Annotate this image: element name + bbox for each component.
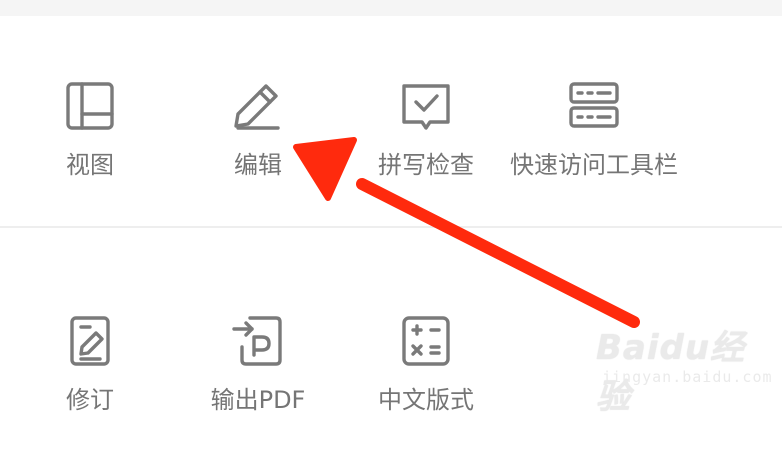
- section-divider: [0, 226, 782, 228]
- tool-export-pdf-label: 输出PDF: [210, 386, 306, 414]
- tool-revision-label: 修订: [66, 386, 114, 414]
- spell-check-icon: [400, 80, 452, 132]
- watermark-brand: Baidu经验: [596, 328, 746, 417]
- export-pdf-icon: [232, 315, 284, 367]
- tool-chinese-layout-label: 中文版式: [378, 386, 474, 414]
- tool-quick-access-toolbar-label: 快速访问工具栏: [510, 151, 678, 179]
- layout-icon: [64, 80, 116, 132]
- tool-chinese-layout[interactable]: 中文版式: [341, 315, 511, 465]
- tool-edit[interactable]: 编辑: [173, 80, 343, 230]
- tool-export-pdf[interactable]: 输出PDF: [173, 315, 343, 465]
- tool-spell-check[interactable]: 拼写检查: [341, 80, 511, 230]
- top-strip: [0, 0, 782, 16]
- calculator-icon: [400, 315, 452, 367]
- tool-edit-label: 编辑: [234, 151, 282, 179]
- tool-view[interactable]: 视图: [5, 80, 175, 230]
- tool-spell-check-label: 拼写检查: [378, 151, 474, 179]
- pencil-icon: [232, 80, 284, 132]
- watermark-url: jingyan.baidu.com: [602, 368, 773, 386]
- tool-view-label: 视图: [66, 151, 114, 179]
- revision-icon: [64, 315, 116, 367]
- baidu-watermark: Baidu经验 jingyan.baidu.com: [592, 318, 773, 417]
- tool-quick-access-toolbar[interactable]: 快速访问工具栏: [509, 80, 679, 230]
- tool-revision[interactable]: 修订: [5, 315, 175, 465]
- server-rack-icon: [568, 80, 620, 132]
